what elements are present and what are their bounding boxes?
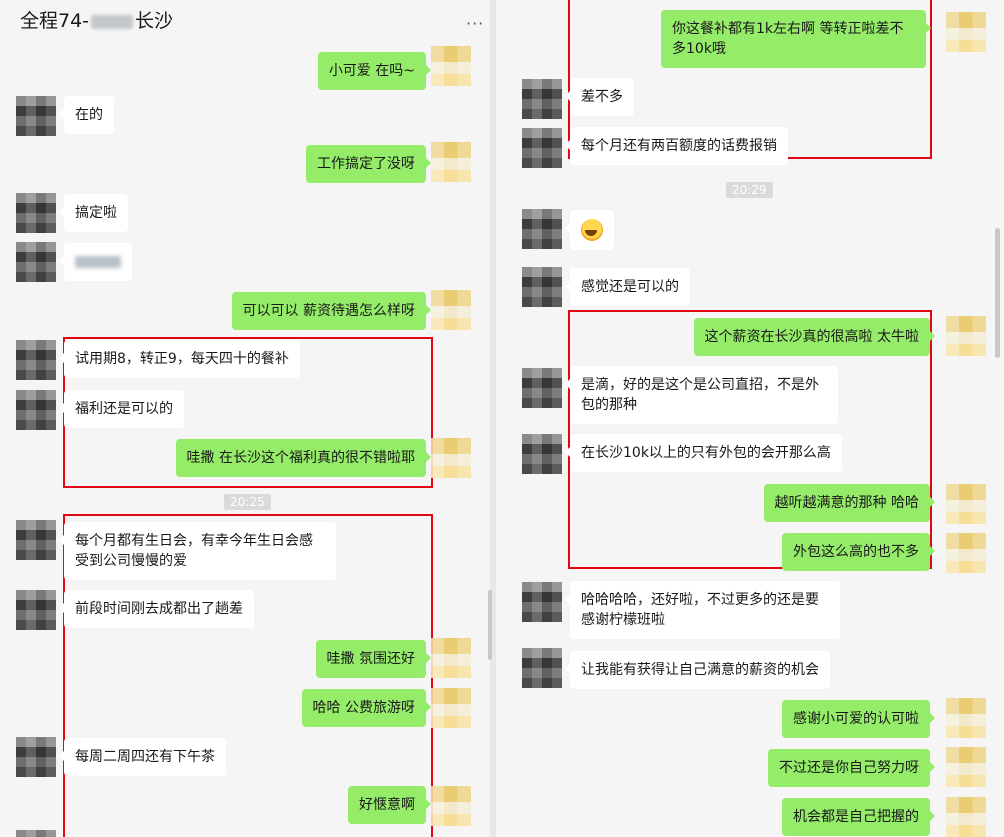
chat-title-prefix: 全程74- bbox=[20, 10, 90, 32]
contact-avatar[interactable] bbox=[522, 434, 562, 474]
message-bubble-self[interactable]: 不过还是你自己努力呀 bbox=[768, 749, 935, 787]
contact-avatar[interactable] bbox=[522, 582, 562, 622]
contact-avatar[interactable] bbox=[16, 737, 56, 777]
message-bubble-other[interactable]: 每周二周四还有下午茶 bbox=[59, 738, 226, 776]
chat-title[interactable]: 全程74- 长沙 bbox=[20, 6, 173, 33]
message-bubble-other[interactable]: 在长沙10k以上的只有外包的会开那么高 bbox=[565, 434, 842, 472]
contact-avatar[interactable] bbox=[16, 193, 56, 233]
message-bubble-other[interactable]: 哈哈哈哈，还好啦，不过更多的还是要感谢柠檬班啦 bbox=[565, 581, 840, 639]
more-options-icon[interactable]: ··· bbox=[466, 14, 484, 33]
self-avatar[interactable] bbox=[431, 142, 471, 182]
message-bubble-self[interactable]: 机会都是自己把握的 bbox=[782, 798, 935, 836]
chat-panel-left: 全程74- 长沙 ··· 小可爱 在吗~ 在的 工作搞定了没呀 搞定啦 可以可以 … bbox=[0, 0, 490, 837]
message-bubble-other[interactable]: 让我能有获得让自己满意的薪资的机会 bbox=[565, 651, 830, 689]
message-bubble-other[interactable]: 感觉还是可以的 bbox=[565, 268, 690, 306]
self-avatar[interactable] bbox=[946, 797, 986, 837]
message-bubble-other[interactable]: 在的 bbox=[59, 96, 114, 134]
redacted-content bbox=[75, 256, 121, 268]
message-bubble-self[interactable]: 感谢小可爱的认可啦 bbox=[782, 700, 935, 738]
message-bubble-other[interactable]: 前段时间刚去成都出了趟差 bbox=[59, 590, 254, 628]
message-bubble-self[interactable]: 外包这么高的也不多 bbox=[782, 533, 935, 571]
self-avatar[interactable] bbox=[431, 786, 471, 826]
message-bubble-other[interactable]: 试用期8，转正9，每天四十的餐补 bbox=[59, 340, 300, 378]
chat-title-suffix: 长沙 bbox=[135, 10, 174, 32]
self-avatar[interactable] bbox=[946, 747, 986, 787]
contact-avatar[interactable] bbox=[522, 368, 562, 408]
message-bubble-self[interactable]: 工作搞定了没呀 bbox=[306, 145, 431, 183]
contact-avatar[interactable] bbox=[522, 128, 562, 168]
self-avatar[interactable] bbox=[431, 638, 471, 678]
message-bubble-emoji[interactable] bbox=[565, 210, 614, 250]
message-bubble-self[interactable]: 哇撒 在长沙这个福利真的很不错啦耶 bbox=[175, 439, 432, 477]
self-avatar[interactable] bbox=[946, 698, 986, 738]
contact-avatar[interactable] bbox=[16, 96, 56, 136]
self-avatar[interactable] bbox=[946, 533, 986, 573]
message-bubble-other[interactable]: 差不多 bbox=[565, 78, 634, 116]
grinning-tears-emoji-icon bbox=[581, 219, 603, 241]
contact-avatar[interactable] bbox=[522, 648, 562, 688]
contact-avatar[interactable] bbox=[522, 79, 562, 119]
message-bubble-self[interactable]: 小可爱 在吗~ bbox=[317, 52, 432, 90]
contact-avatar[interactable] bbox=[522, 267, 562, 307]
contact-avatar[interactable] bbox=[522, 209, 562, 249]
timestamp: 20:25 bbox=[224, 494, 271, 510]
contact-avatar[interactable] bbox=[16, 242, 56, 282]
self-avatar[interactable] bbox=[431, 688, 471, 728]
message-bubble-self[interactable]: 可以可以 薪资待遇怎么样呀 bbox=[231, 292, 432, 330]
message-bubble-self[interactable]: 这个薪资在长沙真的很高啦 太牛啦 bbox=[693, 318, 936, 356]
message-bubble-other[interactable]: 每个月都有生日会，有幸今年生日会感受到公司慢慢的爱 bbox=[59, 522, 336, 580]
scrollbar[interactable] bbox=[995, 228, 1000, 358]
contact-avatar[interactable] bbox=[16, 390, 56, 430]
contact-avatar[interactable] bbox=[16, 520, 56, 560]
self-avatar[interactable] bbox=[431, 438, 471, 478]
self-avatar[interactable] bbox=[946, 12, 986, 52]
scrollbar[interactable] bbox=[488, 590, 492, 660]
message-bubble-other[interactable]: 是滴，好的是这个是公司直招，不是外包的那种 bbox=[565, 366, 838, 424]
contact-avatar[interactable] bbox=[16, 830, 56, 837]
message-bubble-other[interactable]: 每个月还有两百额度的话费报销 bbox=[565, 127, 788, 165]
self-avatar[interactable] bbox=[431, 290, 471, 330]
redacted-name bbox=[91, 14, 134, 29]
message-bubble-other[interactable]: 搞定啦 bbox=[59, 194, 128, 232]
self-avatar[interactable] bbox=[946, 484, 986, 524]
message-bubble-self[interactable]: 你这餐补都有1k左右啊 等转正啦差不多10k哦 bbox=[661, 10, 931, 68]
self-avatar[interactable] bbox=[946, 316, 986, 356]
message-bubble-self[interactable]: 哈哈 公费旅游呀 bbox=[301, 689, 432, 727]
chat-header: 全程74- 长沙 ··· bbox=[0, 0, 490, 38]
contact-avatar[interactable] bbox=[16, 340, 56, 380]
message-bubble-other[interactable]: 福利还是可以的 bbox=[59, 390, 184, 428]
self-avatar[interactable] bbox=[431, 46, 471, 86]
message-bubble-redacted[interactable] bbox=[59, 243, 132, 281]
message-bubble-self[interactable]: 越听越满意的那种 哈哈 bbox=[763, 484, 936, 522]
message-bubble-self[interactable]: 哇撒 氛围还好 bbox=[315, 640, 432, 678]
message-bubble-self[interactable]: 好惬意啊 bbox=[348, 786, 431, 824]
timestamp: 20:29 bbox=[726, 182, 773, 198]
contact-avatar[interactable] bbox=[16, 590, 56, 630]
chat-panel-right: 你这餐补都有1k左右啊 等转正啦差不多10k哦 差不多 每个月还有两百额度的话费… bbox=[496, 0, 1004, 837]
